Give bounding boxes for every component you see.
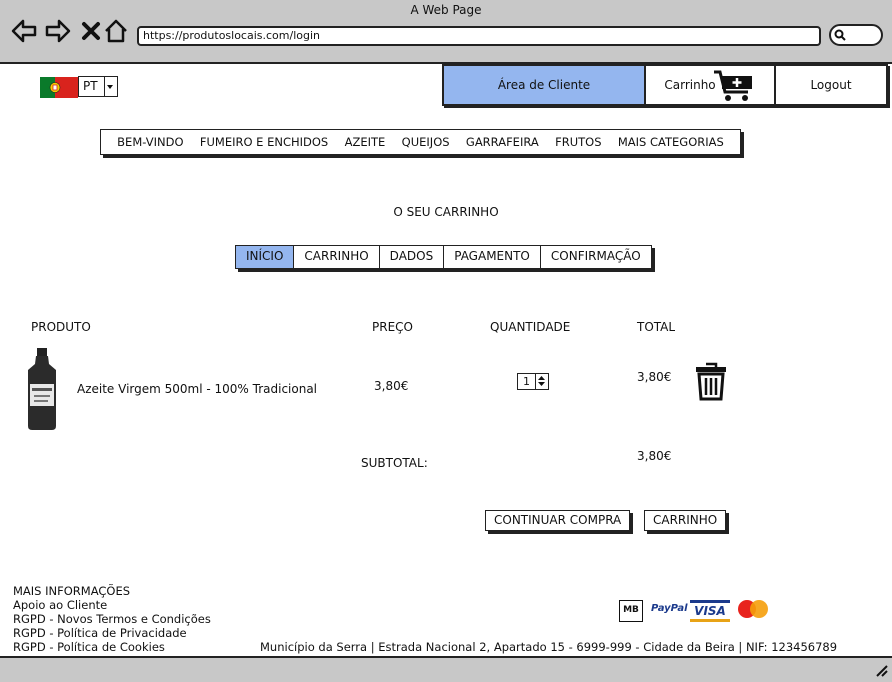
footer-heading: MAIS INFORMAÇÕES — [13, 584, 131, 598]
browser-search-box[interactable] — [829, 24, 883, 46]
step-dados[interactable]: DADOS — [380, 246, 445, 268]
footer-link-support[interactable]: Apoio ao Cliente — [13, 598, 107, 612]
visa-logo-icon: VISA — [690, 600, 730, 622]
checkout-steps: INÍCIO CARRINHO DADOS PAGAMENTO CONFIRMA… — [235, 245, 652, 269]
portugal-flag-icon — [40, 77, 78, 98]
paypal-logo-icon: PayPal — [651, 603, 688, 614]
back-arrow-icon[interactable] — [11, 18, 37, 44]
footer-link-privacy[interactable]: RGPD - Política de Privacidade — [13, 626, 187, 640]
logout-label: Logout — [810, 78, 852, 92]
chevron-down-icon — [104, 77, 117, 96]
subtotal-value: 3,80€ — [637, 449, 672, 463]
footer-address: Município da Serra | Estrada Nacional 2,… — [260, 640, 838, 654]
olive-oil-bottle-image — [28, 348, 56, 430]
category-nav: BEM-VINDO FUMEIRO E ENCHIDOS AZEITE QUEI… — [100, 129, 741, 155]
footer-link-terms[interactable]: RGPD - Novos Termos e Condições — [13, 612, 211, 626]
product-total: 3,80€ — [637, 370, 672, 384]
column-header-quantity: QUANTIDADE — [490, 320, 571, 334]
client-area-label: Área de Cliente — [497, 78, 591, 92]
product-price: 3,80€ — [374, 379, 409, 393]
browser-status-bar — [0, 656, 892, 682]
column-header-price: PREÇO — [372, 320, 413, 334]
url-bar[interactable]: https://produtoslocais.com/login — [137, 26, 821, 46]
nav-item-more-categories[interactable]: MAIS CATEGORIAS — [618, 135, 724, 149]
nav-item-bem-vindo[interactable]: BEM-VINDO — [117, 135, 183, 149]
step-inicio[interactable]: INÍCIO — [236, 246, 295, 268]
resize-grip-icon[interactable] — [874, 663, 888, 677]
step-pagamento[interactable]: PAGAMENTO — [444, 246, 541, 268]
add-to-cart-icon — [713, 70, 752, 101]
search-icon — [834, 29, 846, 41]
language-value: PT — [83, 79, 98, 93]
step-confirmacao[interactable]: CONFIRMAÇÃO — [541, 246, 651, 268]
go-to-cart-button[interactable]: CARRINHO — [644, 510, 727, 531]
close-x-icon[interactable] — [79, 18, 105, 44]
language-select[interactable]: PT — [78, 76, 118, 97]
window-title: A Web Page — [410, 3, 482, 17]
subtotal-label: SUBTOTAL: — [361, 456, 428, 470]
forward-arrow-icon[interactable] — [45, 18, 71, 44]
home-icon[interactable] — [103, 18, 129, 44]
nav-item-queijos[interactable]: QUEIJOS — [402, 135, 450, 149]
nav-item-fumeiro[interactable]: FUMEIRO E ENCHIDOS — [200, 135, 328, 149]
page-title: O SEU CARRINHO — [393, 205, 499, 219]
step-carrinho[interactable]: CARRINHO — [294, 246, 380, 268]
stepper-arrows-icon[interactable] — [535, 374, 548, 389]
product-name[interactable]: Azeite Virgem 500ml - 100% Tradicional — [77, 382, 317, 396]
trash-icon[interactable] — [694, 361, 728, 401]
nav-item-garrafeira[interactable]: GARRAFEIRA — [466, 135, 539, 149]
multibanco-logo-icon: MB — [619, 600, 643, 622]
quantity-stepper[interactable]: 1 — [517, 373, 549, 390]
column-header-product: PRODUTO — [31, 320, 91, 334]
nav-item-frutos[interactable]: FRUTOS — [555, 135, 601, 149]
footer-link-cookies[interactable]: RGPD - Política de Cookies — [13, 640, 165, 654]
mastercard-logo-icon — [738, 600, 768, 618]
continue-shopping-button[interactable]: CONTINUAR COMPRA — [485, 510, 631, 531]
cart-label: Carrinho — [664, 78, 716, 92]
quantity-value: 1 — [523, 375, 530, 388]
client-area-button[interactable]: Área de Cliente — [442, 64, 646, 106]
logout-button[interactable]: Logout — [774, 64, 888, 106]
column-header-total: TOTAL — [637, 320, 676, 334]
cart-button[interactable]: Carrinho — [644, 64, 776, 106]
nav-item-azeite[interactable]: AZEITE — [345, 135, 386, 149]
